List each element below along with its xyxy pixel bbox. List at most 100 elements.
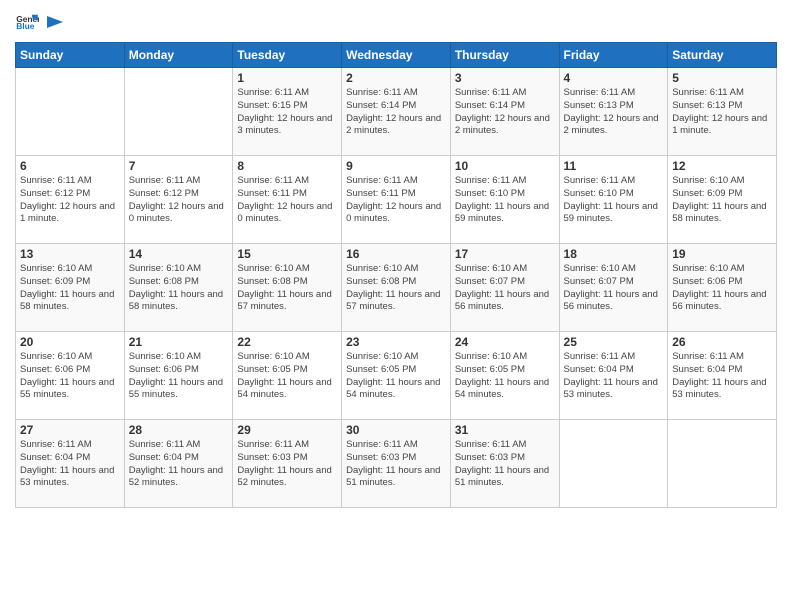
day-number: 14 [129, 247, 229, 261]
day-detail: Sunrise: 6:11 AM Sunset: 6:03 PM Dayligh… [237, 439, 337, 490]
day-detail: Sunrise: 6:11 AM Sunset: 6:12 PM Dayligh… [20, 175, 120, 226]
day-number: 20 [20, 335, 120, 349]
day-number: 17 [455, 247, 555, 261]
day-detail: Sunrise: 6:11 AM Sunset: 6:13 PM Dayligh… [672, 87, 772, 138]
calendar-cell: 1 Sunrise: 6:11 AM Sunset: 6:15 PM Daylig… [233, 68, 342, 156]
day-of-week-header: Sunday [16, 43, 125, 68]
calendar-week-row: 20 Sunrise: 6:10 AM Sunset: 6:06 PM Dayli… [16, 332, 777, 420]
day-detail: Sunrise: 6:10 AM Sunset: 6:06 PM Dayligh… [672, 263, 772, 314]
day-detail: Sunrise: 6:10 AM Sunset: 6:05 PM Dayligh… [237, 351, 337, 402]
day-detail: Sunrise: 6:10 AM Sunset: 6:06 PM Dayligh… [129, 351, 229, 402]
calendar-cell: 18 Sunrise: 6:10 AM Sunset: 6:07 PM Dayli… [559, 244, 668, 332]
header: General Blue [15, 10, 777, 34]
calendar-cell: 3 Sunrise: 6:11 AM Sunset: 6:14 PM Daylig… [450, 68, 559, 156]
day-detail: Sunrise: 6:10 AM Sunset: 6:09 PM Dayligh… [20, 263, 120, 314]
calendar-cell: 10 Sunrise: 6:11 AM Sunset: 6:10 PM Dayli… [450, 156, 559, 244]
calendar-cell: 15 Sunrise: 6:10 AM Sunset: 6:08 PM Dayli… [233, 244, 342, 332]
day-detail: Sunrise: 6:10 AM Sunset: 6:06 PM Dayligh… [20, 351, 120, 402]
calendar: SundayMondayTuesdayWednesdayThursdayFrid… [15, 42, 777, 508]
day-of-week-header: Wednesday [342, 43, 451, 68]
day-number: 10 [455, 159, 555, 173]
svg-text:Blue: Blue [16, 21, 35, 31]
logo: General Blue [15, 10, 65, 34]
day-detail: Sunrise: 6:10 AM Sunset: 6:08 PM Dayligh… [129, 263, 229, 314]
day-detail: Sunrise: 6:11 AM Sunset: 6:14 PM Dayligh… [346, 87, 446, 138]
day-number: 7 [129, 159, 229, 173]
calendar-cell: 13 Sunrise: 6:10 AM Sunset: 6:09 PM Dayli… [16, 244, 125, 332]
calendar-cell [559, 420, 668, 508]
day-detail: Sunrise: 6:11 AM Sunset: 6:11 PM Dayligh… [346, 175, 446, 226]
day-detail: Sunrise: 6:11 AM Sunset: 6:04 PM Dayligh… [129, 439, 229, 490]
calendar-cell: 8Sunrise: 6:11 AM Sunset: 6:11 PM Daylig… [233, 156, 342, 244]
day-number: 3 [455, 71, 555, 85]
day-detail: Sunrise: 6:11 AM Sunset: 6:13 PM Dayligh… [564, 87, 664, 138]
day-detail: Sunrise: 6:11 AM Sunset: 6:14 PM Dayligh… [455, 87, 555, 138]
calendar-cell [16, 68, 125, 156]
calendar-cell: 26 Sunrise: 6:11 AM Sunset: 6:04 PM Dayli… [668, 332, 777, 420]
page: General Blue SundayMondayTuesdayWed [0, 0, 792, 612]
logo-icon: General Blue [15, 10, 39, 34]
calendar-cell: 24 Sunrise: 6:10 AM Sunset: 6:05 PM Dayli… [450, 332, 559, 420]
calendar-cell: 22 Sunrise: 6:10 AM Sunset: 6:05 PM Dayli… [233, 332, 342, 420]
calendar-cell: 19Sunrise: 6:10 AM Sunset: 6:06 PM Dayli… [668, 244, 777, 332]
day-detail: Sunrise: 6:10 AM Sunset: 6:09 PM Dayligh… [672, 175, 772, 226]
day-detail: Sunrise: 6:11 AM Sunset: 6:15 PM Dayligh… [237, 87, 337, 138]
calendar-cell: 21Sunrise: 6:10 AM Sunset: 6:06 PM Dayli… [124, 332, 233, 420]
calendar-cell: 31Sunrise: 6:11 AM Sunset: 6:03 PM Dayli… [450, 420, 559, 508]
day-number: 29 [237, 423, 337, 437]
day-number: 8 [237, 159, 337, 173]
day-detail: Sunrise: 6:11 AM Sunset: 6:03 PM Dayligh… [455, 439, 555, 490]
day-detail: Sunrise: 6:11 AM Sunset: 6:04 PM Dayligh… [564, 351, 664, 402]
day-detail: Sunrise: 6:11 AM Sunset: 6:03 PM Dayligh… [346, 439, 446, 490]
day-number: 4 [564, 71, 664, 85]
day-detail: Sunrise: 6:10 AM Sunset: 6:05 PM Dayligh… [455, 351, 555, 402]
day-of-week-header: Thursday [450, 43, 559, 68]
day-number: 26 [672, 335, 772, 349]
day-detail: Sunrise: 6:10 AM Sunset: 6:08 PM Dayligh… [237, 263, 337, 314]
day-number: 23 [346, 335, 446, 349]
day-number: 22 [237, 335, 337, 349]
day-detail: Sunrise: 6:11 AM Sunset: 6:10 PM Dayligh… [455, 175, 555, 226]
calendar-cell: 11 Sunrise: 6:11 AM Sunset: 6:10 PM Dayli… [559, 156, 668, 244]
day-of-week-header: Saturday [668, 43, 777, 68]
day-number: 1 [237, 71, 337, 85]
day-detail: Sunrise: 6:10 AM Sunset: 6:05 PM Dayligh… [346, 351, 446, 402]
day-number: 16 [346, 247, 446, 261]
calendar-cell: 6Sunrise: 6:11 AM Sunset: 6:12 PM Daylig… [16, 156, 125, 244]
day-number: 11 [564, 159, 664, 173]
day-number: 2 [346, 71, 446, 85]
calendar-week-row: 1 Sunrise: 6:11 AM Sunset: 6:15 PM Daylig… [16, 68, 777, 156]
calendar-cell: 17Sunrise: 6:10 AM Sunset: 6:07 PM Dayli… [450, 244, 559, 332]
day-number: 5 [672, 71, 772, 85]
calendar-cell: 2 Sunrise: 6:11 AM Sunset: 6:14 PM Daylig… [342, 68, 451, 156]
day-detail: Sunrise: 6:11 AM Sunset: 6:04 PM Dayligh… [672, 351, 772, 402]
calendar-cell [668, 420, 777, 508]
calendar-week-row: 13 Sunrise: 6:10 AM Sunset: 6:09 PM Dayli… [16, 244, 777, 332]
day-detail: Sunrise: 6:11 AM Sunset: 6:04 PM Dayligh… [20, 439, 120, 490]
day-number: 24 [455, 335, 555, 349]
calendar-header-row: SundayMondayTuesdayWednesdayThursdayFrid… [16, 43, 777, 68]
day-detail: Sunrise: 6:10 AM Sunset: 6:07 PM Dayligh… [564, 263, 664, 314]
calendar-week-row: 6Sunrise: 6:11 AM Sunset: 6:12 PM Daylig… [16, 156, 777, 244]
calendar-cell: 14 Sunrise: 6:10 AM Sunset: 6:08 PM Dayli… [124, 244, 233, 332]
calendar-cell: 16 Sunrise: 6:10 AM Sunset: 6:08 PM Dayli… [342, 244, 451, 332]
day-number: 15 [237, 247, 337, 261]
day-number: 13 [20, 247, 120, 261]
calendar-cell: 9 Sunrise: 6:11 AM Sunset: 6:11 PM Daylig… [342, 156, 451, 244]
calendar-cell: 23 Sunrise: 6:10 AM Sunset: 6:05 PM Dayli… [342, 332, 451, 420]
calendar-cell: 27 Sunrise: 6:11 AM Sunset: 6:04 PM Dayli… [16, 420, 125, 508]
day-number: 18 [564, 247, 664, 261]
logo-flag-icon [45, 14, 65, 30]
day-number: 27 [20, 423, 120, 437]
day-number: 25 [564, 335, 664, 349]
day-of-week-header: Monday [124, 43, 233, 68]
day-number: 9 [346, 159, 446, 173]
day-detail: Sunrise: 6:10 AM Sunset: 6:08 PM Dayligh… [346, 263, 446, 314]
calendar-cell: 12 Sunrise: 6:10 AM Sunset: 6:09 PM Dayli… [668, 156, 777, 244]
day-of-week-header: Friday [559, 43, 668, 68]
day-number: 28 [129, 423, 229, 437]
day-number: 12 [672, 159, 772, 173]
calendar-cell [124, 68, 233, 156]
day-detail: Sunrise: 6:11 AM Sunset: 6:10 PM Dayligh… [564, 175, 664, 226]
calendar-cell: 20 Sunrise: 6:10 AM Sunset: 6:06 PM Dayli… [16, 332, 125, 420]
